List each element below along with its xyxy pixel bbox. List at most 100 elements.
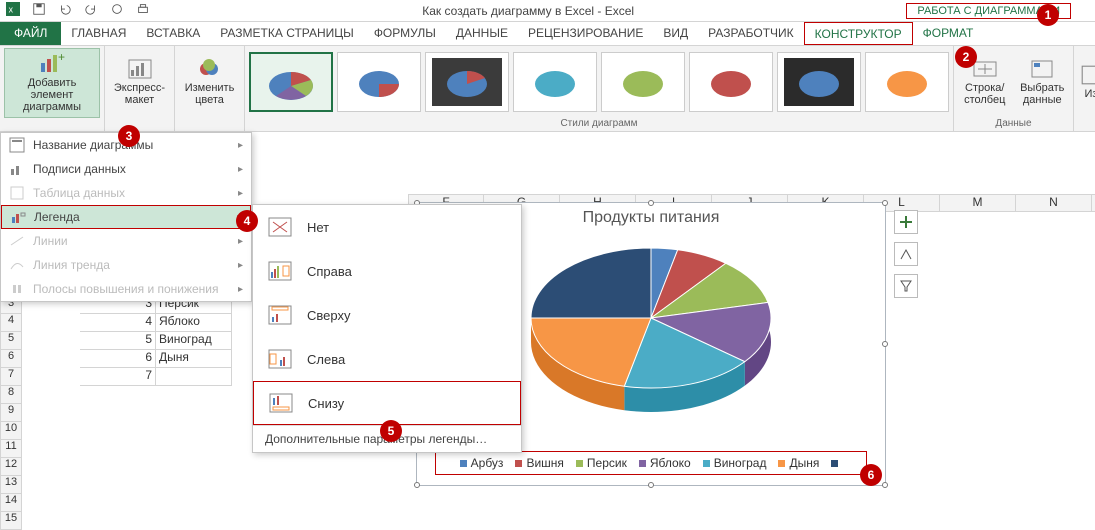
chart-style-1[interactable] xyxy=(249,52,333,112)
undo-icon[interactable] xyxy=(58,2,72,19)
callout-badge-4: 4 xyxy=(236,210,258,232)
col-header[interactable]: M xyxy=(940,194,1016,212)
chart-elements-button[interactable] xyxy=(894,210,918,234)
resize-handle[interactable] xyxy=(648,200,654,206)
legend-item[interactable]: Вишня xyxy=(515,456,563,470)
resize-handle[interactable] xyxy=(882,341,888,347)
ribbon: + Добавить элемент диаграммы Экспресс-ма… xyxy=(0,46,1095,132)
row-header[interactable]: 6 xyxy=(0,350,22,368)
tab-formulas[interactable]: ФОРМУЛЫ xyxy=(364,22,446,45)
chevron-right-icon: ▸ xyxy=(238,140,243,151)
add-chart-element-button[interactable]: + Добавить элемент диаграммы xyxy=(4,48,100,118)
add-chart-element-label: Добавить элемент диаграммы xyxy=(5,77,99,113)
chart-style-6[interactable] xyxy=(689,52,773,112)
resize-handle[interactable] xyxy=(882,200,888,206)
change-colors-label: Изменить цвета xyxy=(179,82,240,106)
legend-item[interactable] xyxy=(831,456,842,470)
chart-quick-buttons xyxy=(894,210,918,298)
legend-swatch xyxy=(515,460,522,467)
row-header[interactable]: 14 xyxy=(0,494,22,512)
callout-badge-6: 6 xyxy=(860,464,882,486)
row-header[interactable]: 9 xyxy=(0,404,22,422)
cell[interactable] xyxy=(156,368,232,386)
cell[interactable]: 7 xyxy=(80,368,156,386)
legend-submenu: Нет Справа Сверху Слева Снизу Дополнител… xyxy=(252,204,522,453)
cell[interactable]: Яблоко xyxy=(156,314,232,332)
row-header[interactable]: 15 xyxy=(0,512,22,530)
menu-item-data-labels[interactable]: Подписи данных▸ xyxy=(1,157,251,181)
legend-option-right[interactable]: Справа xyxy=(253,249,521,293)
tab-developer[interactable]: РАЗРАБОТЧИК xyxy=(698,22,804,45)
legend-swatch xyxy=(831,460,838,467)
row-header[interactable]: 12 xyxy=(0,458,22,476)
chevron-right-icon: ▸ xyxy=(238,164,243,175)
ribbon-tabs: ФАЙЛ ГЛАВНАЯ ВСТАВКА РАЗМЕТКА СТРАНИЦЫ Ф… xyxy=(0,22,1095,46)
title-bar: x Как создать диаграмму в Excel - Excel … xyxy=(0,0,1095,22)
chart-style-4[interactable] xyxy=(513,52,597,112)
add-chart-element-menu: Название диаграммы▸ Подписи данных▸ Табл… xyxy=(0,132,252,302)
legend-item[interactable]: Персик xyxy=(576,456,627,470)
resize-handle[interactable] xyxy=(414,482,420,488)
redo-icon[interactable] xyxy=(84,2,98,19)
tab-page-layout[interactable]: РАЗМЕТКА СТРАНИЦЫ xyxy=(210,22,364,45)
resize-handle[interactable] xyxy=(882,482,888,488)
row-header[interactable]: 7 xyxy=(0,368,22,386)
chart-styles-group-label: Стили диаграмм xyxy=(245,118,953,131)
chart-filters-button[interactable] xyxy=(894,274,918,298)
row-header[interactable]: 10 xyxy=(0,422,22,440)
cell[interactable]: 4 xyxy=(80,314,156,332)
tab-data[interactable]: ДАННЫЕ xyxy=(446,22,518,45)
legend-item[interactable]: Яблоко xyxy=(639,456,691,470)
change-chart-type-button[interactable]: Из xyxy=(1078,64,1095,100)
tab-home[interactable]: ГЛАВНАЯ xyxy=(61,22,136,45)
print-icon[interactable] xyxy=(136,2,150,19)
row-header[interactable]: 8 xyxy=(0,386,22,404)
cell[interactable]: 5 xyxy=(80,332,156,350)
tab-format[interactable]: ФОРМАТ xyxy=(913,22,984,45)
menu-item-trendline: Линия тренда▸ xyxy=(1,253,251,277)
cell[interactable]: 6 xyxy=(80,350,156,368)
cell[interactable]: Дыня xyxy=(156,350,232,368)
legend-item[interactable]: Арбуз xyxy=(460,456,504,470)
row-header[interactable]: 4 xyxy=(0,314,22,332)
tab-file[interactable]: ФАЙЛ xyxy=(0,22,61,45)
legend-swatch xyxy=(703,460,710,467)
tab-design[interactable]: КОНСТРУКТОР xyxy=(804,22,913,45)
callout-badge-3: 3 xyxy=(118,125,140,147)
chart-style-5[interactable] xyxy=(601,52,685,112)
chart-style-8[interactable] xyxy=(865,52,949,112)
resize-handle[interactable] xyxy=(648,482,654,488)
touch-mode-icon[interactable] xyxy=(110,2,124,19)
col-header[interactable]: N xyxy=(1016,194,1092,212)
excel-icon: x xyxy=(6,2,20,19)
cell-grid: 3Персик 4Яблоко 5Виноград 6Дыня 7 xyxy=(80,296,232,386)
tab-insert[interactable]: ВСТАВКА xyxy=(136,22,210,45)
menu-item-legend[interactable]: Легенда▸ xyxy=(1,205,251,229)
svg-text:+: + xyxy=(58,53,65,64)
cell[interactable]: Виноград xyxy=(156,332,232,350)
tab-review[interactable]: РЕЦЕНЗИРОВАНИЕ xyxy=(518,22,653,45)
chart-style-7[interactable] xyxy=(777,52,861,112)
legend-option-top[interactable]: Сверху xyxy=(253,293,521,337)
menu-item-updown-bars: Полосы повышения и понижения▸ xyxy=(1,277,251,301)
legend-label: Персик xyxy=(587,456,627,470)
save-icon[interactable] xyxy=(32,2,46,19)
row-header[interactable]: 13 xyxy=(0,476,22,494)
legend-label: Вишня xyxy=(526,456,563,470)
legend-swatch xyxy=(778,460,785,467)
select-data-button[interactable]: Выбрать данные xyxy=(1016,58,1070,106)
row-header[interactable]: 11 xyxy=(0,440,22,458)
chart-style-3[interactable] xyxy=(425,52,509,112)
chart-style-2[interactable] xyxy=(337,52,421,112)
change-colors-button[interactable]: Изменить цвета xyxy=(179,58,240,106)
quick-layout-button[interactable]: Экспресс-макет xyxy=(109,58,170,106)
legend-item[interactable]: Виноград xyxy=(703,456,767,470)
tab-view[interactable]: ВИД xyxy=(653,22,698,45)
chart-styles-button[interactable] xyxy=(894,242,918,266)
legend-option-none[interactable]: Нет xyxy=(253,205,521,249)
legend-option-bottom[interactable]: Снизу xyxy=(253,381,521,425)
legend-option-left[interactable]: Слева xyxy=(253,337,521,381)
chart-legend[interactable]: Арбуз Вишня Персик Яблоко Виноград Дыня xyxy=(435,451,867,475)
legend-item[interactable]: Дыня xyxy=(778,456,819,470)
row-header[interactable]: 5 xyxy=(0,332,22,350)
